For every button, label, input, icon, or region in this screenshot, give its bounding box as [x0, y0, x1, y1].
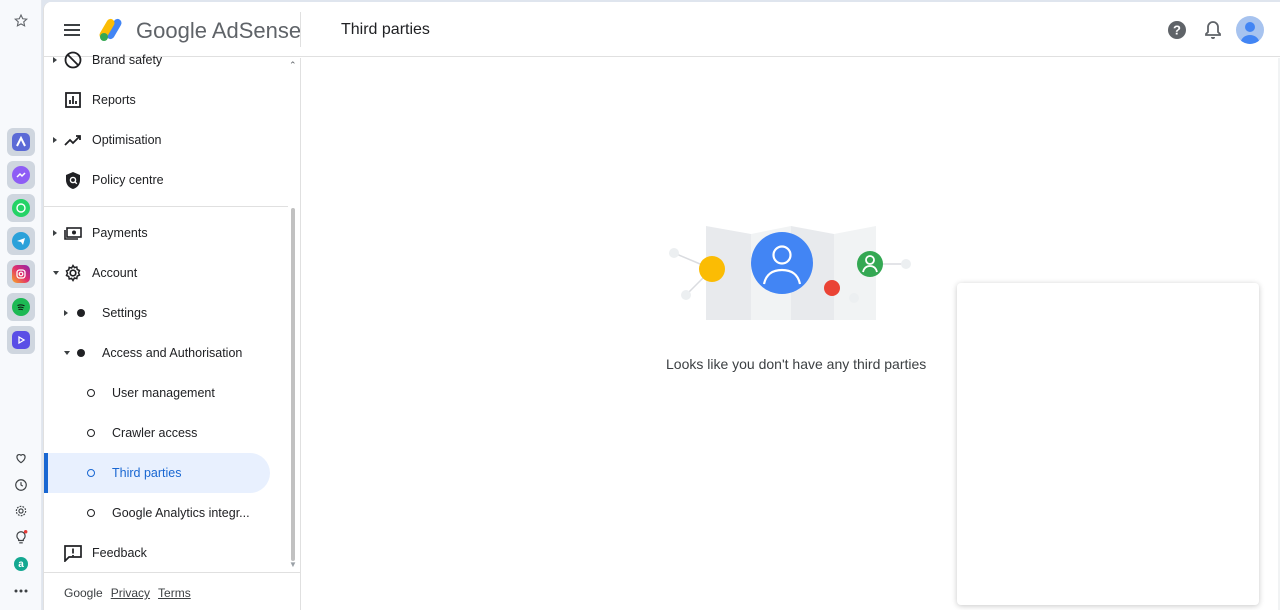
adsense-app-icon[interactable]	[7, 128, 35, 156]
sidebar-nav: ⌃ Brand safety Reports Optimisation Poli…	[44, 51, 301, 610]
bell-icon[interactable]	[1201, 18, 1225, 42]
history-icon[interactable]	[7, 471, 35, 499]
bullet-icon	[77, 349, 85, 357]
sidebar-item-label: User management	[112, 386, 215, 400]
sidebar-item-brand-safety[interactable]: Brand safety	[44, 40, 270, 80]
sidebar-item-label: Reports	[92, 93, 136, 107]
topbar-divider	[300, 12, 301, 47]
sidebar-item-user-management[interactable]: User management	[44, 373, 270, 413]
expand-arrow-icon	[53, 137, 57, 143]
menu-icon[interactable]	[60, 18, 84, 42]
sidebar-item-policy-centre[interactable]: Policy centre	[44, 160, 270, 200]
sidebar-item-settings[interactable]: Settings	[44, 293, 270, 333]
sidebar-divider	[44, 206, 288, 207]
circle-bullet-icon	[87, 429, 95, 437]
collapse-arrow-icon	[64, 351, 70, 355]
collapse-arrow-icon	[53, 271, 59, 275]
reports-icon	[62, 89, 84, 111]
svg-text:?: ?	[1173, 23, 1181, 38]
sidebar-footer: Google Privacy Terms	[64, 586, 191, 600]
sidebar-item-label: Policy centre	[92, 173, 164, 187]
shield-icon	[62, 169, 84, 191]
footer-divider	[44, 572, 301, 573]
expand-arrow-icon	[53, 57, 57, 63]
sidebar-item-label: Payments	[92, 226, 148, 240]
aria-icon[interactable]: a	[7, 550, 35, 578]
sidebar-item-label: Optimisation	[92, 133, 162, 147]
circle-bullet-icon	[87, 469, 95, 477]
instagram-icon[interactable]	[7, 260, 35, 288]
empty-state-message: Looks like you don't have any third part…	[666, 356, 927, 372]
active-indicator	[44, 453, 48, 493]
page-title: Third parties	[341, 21, 430, 38]
privacy-link[interactable]: Privacy	[111, 586, 150, 600]
expand-arrow-icon	[64, 310, 68, 316]
telegram-icon[interactable]	[7, 227, 35, 255]
sidebar-item-payments[interactable]: Payments	[44, 213, 270, 253]
sidebar-item-label: Access and Authorisation	[102, 346, 243, 360]
sidebar-item-label: Account	[92, 266, 138, 280]
scroll-up-arrow[interactable]: ⌃	[289, 60, 297, 71]
help-icon[interactable]: ?	[1165, 18, 1189, 42]
sidebar-item-label: Third parties	[112, 466, 182, 480]
bulb-icon[interactable]	[7, 523, 35, 551]
sidebar-item-label: Settings	[102, 306, 148, 320]
expand-arrow-icon	[53, 230, 57, 236]
circle-bullet-icon	[87, 389, 95, 397]
block-icon	[62, 49, 84, 71]
scroll-down-arrow[interactable]: ▼	[289, 560, 297, 569]
footer-brand: Google	[64, 586, 103, 600]
messenger-icon[interactable]	[7, 161, 35, 189]
trending-icon	[62, 129, 84, 151]
whatsapp-icon[interactable]	[7, 194, 35, 222]
sidebar-item-label: Google Analytics integr...	[112, 506, 250, 520]
sidebar-item-optimisation[interactable]: Optimisation	[44, 120, 270, 160]
sidebar-item-access-and-authorisation[interactable]: Access and Authorisation	[44, 333, 270, 373]
sidebar-item-label: Feedback	[92, 546, 147, 560]
terms-link[interactable]: Terms	[158, 586, 191, 600]
sidebar-scrollbar[interactable]	[291, 208, 295, 561]
payments-icon	[62, 222, 84, 244]
sidebar-item-label: Crawler access	[112, 426, 198, 440]
circle-bullet-icon	[87, 509, 95, 517]
sidebar-item-third-parties[interactable]: Third parties	[44, 453, 270, 493]
player-icon[interactable]	[7, 326, 35, 354]
spotify-icon[interactable]	[7, 293, 35, 321]
settings-icon[interactable]	[7, 497, 35, 525]
floating-panel	[957, 283, 1259, 605]
gear-icon	[62, 262, 84, 284]
third-parties-illustration	[669, 226, 911, 320]
favorites-star-icon[interactable]	[7, 7, 35, 35]
browser-sidebar: a	[0, 0, 42, 610]
sidebar-item-feedback[interactable]: Feedback	[44, 533, 270, 573]
heart-icon[interactable]	[7, 444, 35, 472]
sidebar-item-label: Brand safety	[92, 53, 163, 67]
adsense-logo	[99, 18, 122, 41]
sidebar-item-crawler-access[interactable]: Crawler access	[44, 413, 270, 453]
sidebar-item-google-analytics-integration[interactable]: Google Analytics integr...	[44, 493, 270, 533]
bullet-icon	[77, 309, 85, 317]
sidebar-item-account[interactable]: Account	[44, 253, 270, 293]
more-icon[interactable]	[7, 577, 35, 605]
feedback-icon	[62, 542, 84, 564]
sidebar-item-reports[interactable]: Reports	[44, 80, 270, 120]
avatar[interactable]	[1236, 16, 1264, 44]
